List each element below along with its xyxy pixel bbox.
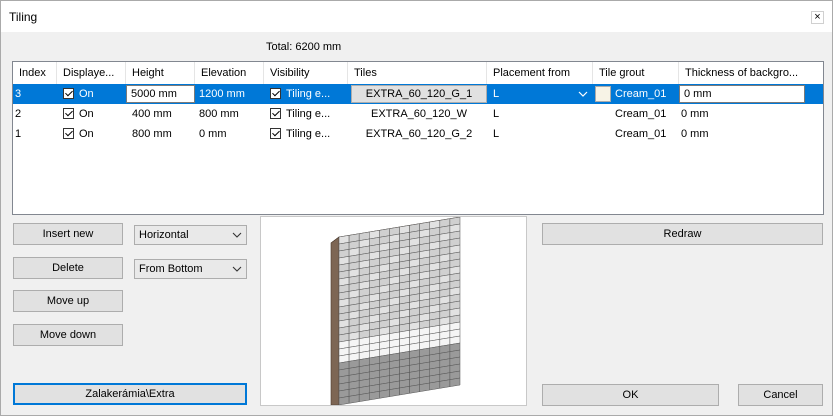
title-bar: Tiling × [1, 1, 832, 32]
header-tile-grout[interactable]: Tile grout [593, 62, 679, 84]
tile [348, 394, 360, 404]
tile [399, 386, 410, 396]
cell-visibility[interactable]: Tiling e... [264, 104, 348, 124]
header-thickness[interactable]: Thickness of backgro... [679, 62, 823, 84]
cell-elevation[interactable]: 800 mm [195, 104, 264, 124]
chevron-down-icon [232, 260, 242, 285]
displayed-label: On [79, 108, 94, 120]
chevron-down-icon[interactable] [573, 84, 593, 104]
tile [449, 377, 461, 387]
tiling-layers-table[interactable]: Index Displaye... Height Elevation Visib… [12, 61, 824, 215]
cell-height[interactable]: 800 mm [126, 124, 195, 144]
cell-thickness[interactable]: 0 mm [675, 104, 819, 124]
cell-placement[interactable]: L [487, 104, 593, 124]
cell-placement[interactable]: L [487, 124, 593, 144]
header-placement[interactable]: Placement from [487, 62, 593, 84]
cell-tiles[interactable]: EXTRA_60_120_W [351, 104, 487, 124]
header-index[interactable]: Index [13, 62, 57, 84]
start-select[interactable]: From Bottom [134, 259, 247, 279]
tile [389, 387, 400, 397]
thickness-input[interactable]: 0 mm [679, 85, 805, 103]
cell-displayed[interactable]: On [57, 104, 126, 124]
displayed-label: On [79, 128, 94, 140]
table-header: Index Displaye... Height Elevation Visib… [13, 62, 823, 84]
header-tiles[interactable]: Tiles [348, 62, 487, 84]
tile [409, 384, 420, 394]
chevron-down-icon [232, 226, 242, 251]
visibility-label: Tiling e... [286, 88, 331, 100]
table-row[interactable]: 3 On 5000 mm 1200 mm Tiling e... EXTRA_6… [13, 84, 823, 104]
tile [429, 381, 441, 391]
displayed-checkbox[interactable] [63, 128, 74, 139]
cell-index: 2 [15, 108, 22, 120]
cell-displayed[interactable]: On [57, 124, 126, 144]
tile [379, 389, 390, 399]
visibility-label: Tiling e... [286, 108, 331, 120]
delete-button[interactable]: Delete [13, 257, 123, 279]
close-icon[interactable]: × [811, 11, 824, 24]
cell-displayed[interactable]: On [57, 84, 126, 104]
cell-elevation[interactable]: 1200 mm [195, 84, 264, 104]
height-input[interactable]: 5000 mm [126, 85, 195, 103]
header-height[interactable]: Height [126, 62, 195, 84]
wall-preview-drawing [330, 216, 461, 406]
wall-side-face [330, 236, 340, 406]
tiling-preview [260, 216, 527, 406]
cell-thickness[interactable]: 0 mm [675, 124, 819, 144]
tiles-select-button[interactable]: EXTRA_60_120_G_1 [351, 85, 487, 103]
cell-placement[interactable]: L [487, 84, 573, 104]
cell-index: 1 [15, 128, 22, 140]
tile [419, 382, 430, 392]
tile [369, 391, 380, 401]
library-button[interactable]: Zalakerámia\Extra [13, 383, 247, 405]
tiling-dialog: Tiling × Total: 6200 mm Index Displaye..… [0, 0, 833, 416]
tile [338, 396, 350, 406]
table-row[interactable]: 2 On 400 mm 800 mm Tiling e... EXTRA_60_… [13, 104, 823, 124]
start-select-value: From Bottom [139, 263, 203, 275]
cell-visibility[interactable]: Tiling e... [264, 124, 348, 144]
table-row[interactable]: 1 On 800 mm 0 mm Tiling e... EXTRA_60_12… [13, 124, 823, 144]
displayed-checkbox[interactable] [63, 108, 74, 119]
total-height-label: Total: 6200 mm [266, 41, 342, 53]
direction-select[interactable]: Horizontal [134, 225, 247, 245]
tile [358, 392, 370, 402]
visibility-label: Tiling e... [286, 128, 331, 140]
header-elevation[interactable]: Elevation [195, 62, 264, 84]
cell-grout[interactable]: Cream_01 [609, 124, 679, 144]
cell-index: 3 [15, 88, 22, 100]
visibility-checkbox[interactable] [270, 88, 281, 99]
visibility-checkbox[interactable] [270, 108, 281, 119]
cell-visibility[interactable]: Tiling e... [264, 84, 348, 104]
header-visibility[interactable]: Visibility [264, 62, 348, 84]
cell-height[interactable]: 400 mm [126, 104, 195, 124]
move-up-button[interactable]: Move up [13, 290, 123, 312]
header-displayed[interactable]: Displaye... [57, 62, 126, 84]
displayed-label: On [79, 88, 94, 100]
cancel-button[interactable]: Cancel [738, 384, 823, 406]
cell-grout: Cream_01 [615, 88, 667, 100]
move-down-button[interactable]: Move down [13, 324, 123, 346]
cell-elevation[interactable]: 0 mm [195, 124, 264, 144]
redraw-button[interactable]: Redraw [542, 223, 823, 245]
cell-tiles[interactable]: EXTRA_60_120_G_2 [351, 124, 487, 144]
tile-grid [338, 216, 461, 406]
direction-select-value: Horizontal [139, 229, 189, 241]
window-title: Tiling [9, 10, 38, 24]
cell-grout[interactable]: Cream_01 [609, 104, 679, 124]
displayed-checkbox[interactable] [63, 88, 74, 99]
tile [439, 379, 451, 389]
ok-button[interactable]: OK [542, 384, 719, 406]
insert-new-button[interactable]: Insert new [13, 223, 123, 245]
visibility-checkbox[interactable] [270, 128, 281, 139]
